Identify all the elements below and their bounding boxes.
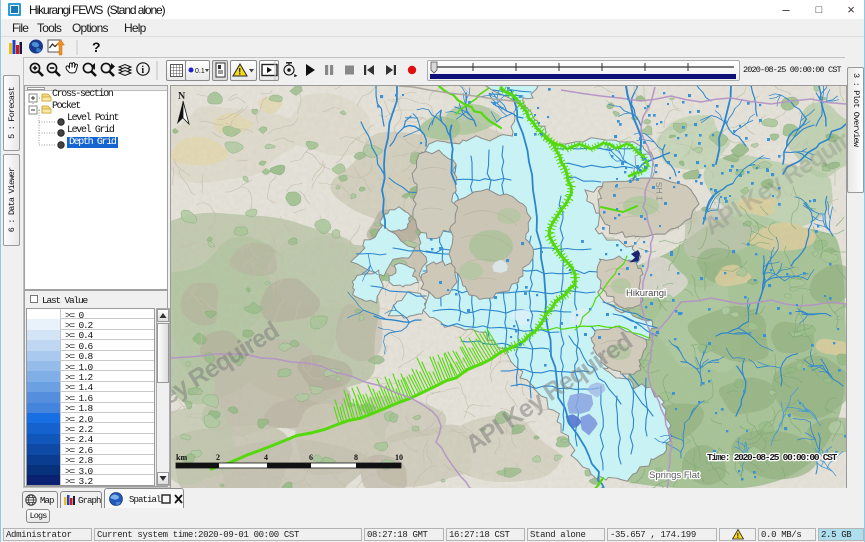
svg-text:Hikurangi: Hikurangi	[626, 288, 666, 299]
svg-text:0.1: 0.1	[195, 68, 205, 75]
svg-text:8: 8	[354, 453, 358, 462]
svg-text:2: 2	[216, 453, 220, 462]
svg-text:6: 6	[309, 453, 313, 462]
svg-text:Springs Flat: Springs Flat	[649, 470, 700, 481]
svg-text:SH 1: SH 1	[654, 182, 665, 202]
svg-text:10: 10	[395, 453, 403, 462]
svg-text:Time: 2020-08-25 00:00:00 CST: Time: 2020-08-25 00:00:00 CST	[707, 452, 838, 463]
svg-text:!: !	[238, 67, 241, 77]
svg-text:4: 4	[264, 453, 268, 462]
svg-text:!: !	[737, 531, 739, 540]
svg-text:i: i	[141, 65, 144, 76]
svg-text:?: ?	[92, 39, 101, 55]
svg-text:N: N	[178, 91, 186, 102]
svg-text:km: km	[176, 453, 187, 462]
